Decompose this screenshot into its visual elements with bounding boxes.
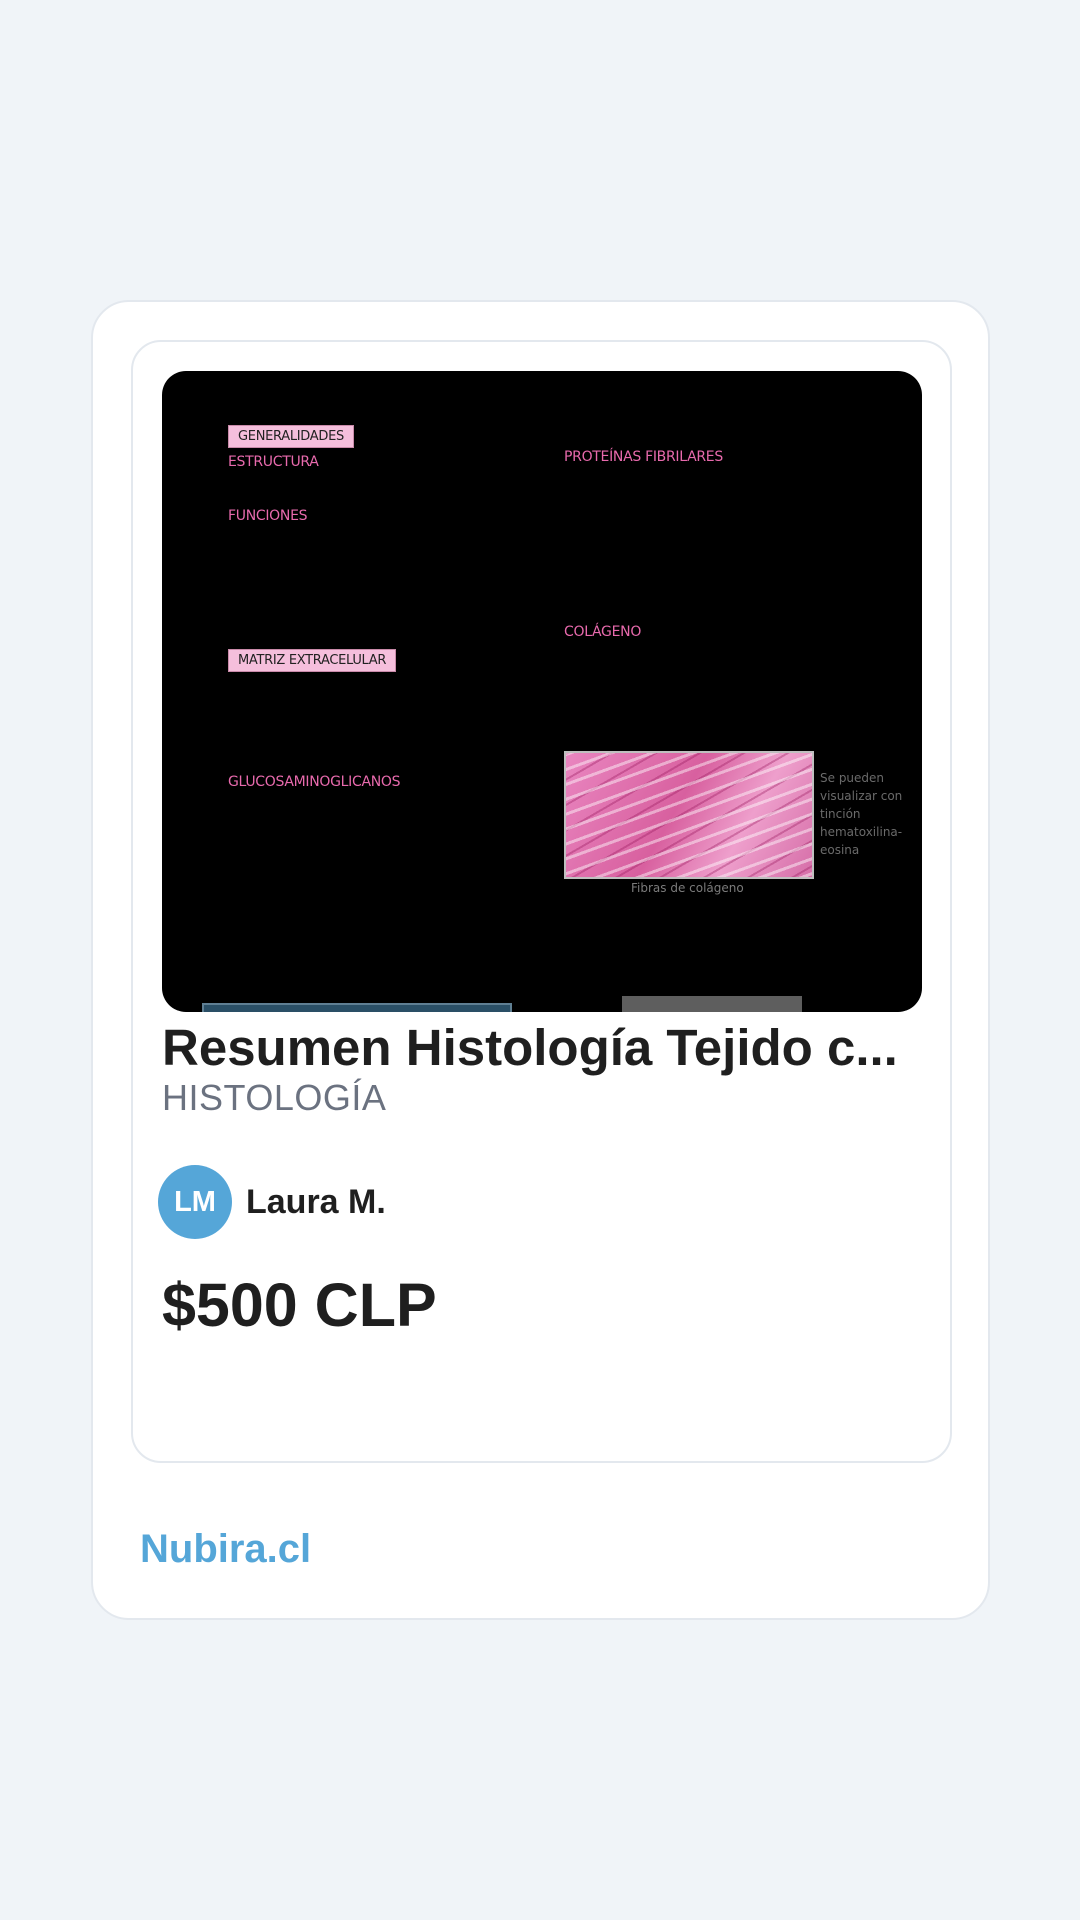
slide-label-glucosaminoglicanos: GLUCOSAMINOGLICANOS [228,774,401,790]
slide-side-note: Se pueden visualizar con tinción hematox… [820,771,903,857]
product-price: $500 CLP [162,1271,437,1339]
brand-link[interactable]: Nubira.cl [140,1524,311,1574]
slide-label-generalidades: GENERALIDADES [228,425,354,448]
product-title[interactable]: Resumen Histología Tejido c... [162,1017,922,1079]
slide-label-matriz: MATRIZ EXTRACELULAR [228,649,397,672]
slide-label-colageno: COLÁGENO [564,624,642,640]
product-inner-card[interactable]: GENERALIDADES ESTRUCTURA FUNCIONES MATRI… [131,340,952,1463]
slide-label-proteinas: PROTEÍNAS FIBRILARES [564,449,723,465]
author-name[interactable]: Laura M. [246,1180,386,1224]
author-avatar[interactable]: LM [158,1165,232,1239]
author-initials: LM [174,1185,216,1218]
document-preview-image: GENERALIDADES ESTRUCTURA FUNCIONES MATRI… [162,371,922,1012]
micrograph-caption: Fibras de colágeno [631,881,744,895]
next-slide-peek-right [622,996,802,1012]
histology-micrograph [564,751,814,879]
product-card[interactable]: GENERALIDADES ESTRUCTURA FUNCIONES MATRI… [91,300,990,1620]
product-category: HISTOLOGÍA [162,1077,387,1118]
slide-label-estructura: ESTRUCTURA [228,454,319,470]
slide-label-funciones: FUNCIONES [228,508,308,524]
next-slide-peek-left [202,1003,512,1012]
